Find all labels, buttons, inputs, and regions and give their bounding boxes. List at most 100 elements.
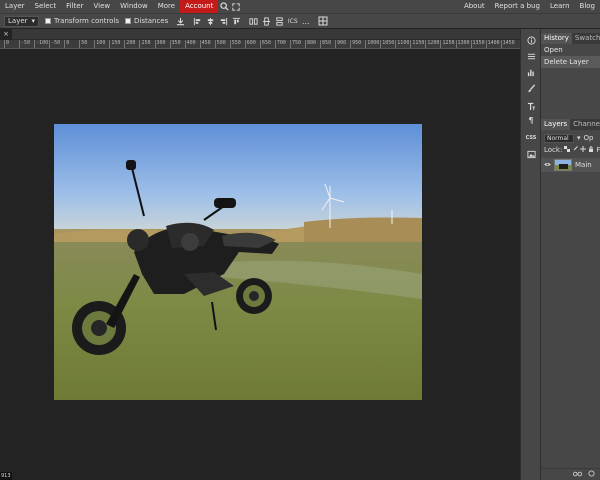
list-icon[interactable] bbox=[521, 49, 541, 63]
ruler-tick-label: 200 bbox=[124, 40, 136, 48]
grid-icon[interactable] bbox=[316, 15, 329, 28]
ruler-tick-label: 400 bbox=[184, 40, 196, 48]
lock-row: Lock: F bbox=[541, 144, 600, 156]
tab-channels[interactable]: Channels bbox=[570, 119, 600, 130]
ruler-tick-label: 1400 bbox=[485, 40, 500, 48]
history-item-delete-layer[interactable]: Delete Layer bbox=[541, 56, 600, 68]
ruler-tick-label: 550 bbox=[229, 40, 241, 48]
distribute-horizontal-icon[interactable] bbox=[247, 15, 260, 28]
align-center-icon[interactable] bbox=[204, 15, 217, 28]
menu-select[interactable]: Select bbox=[30, 0, 62, 13]
history-item-open[interactable]: Open bbox=[541, 44, 600, 56]
transform-controls-checkbox[interactable]: Transform controls bbox=[45, 17, 119, 25]
fill-label: F bbox=[596, 146, 600, 154]
effects-icon[interactable] bbox=[588, 470, 595, 479]
lock-move-icon[interactable] bbox=[580, 146, 587, 154]
menu-view[interactable]: View bbox=[88, 0, 115, 13]
layers-tabs: Layers Channels bbox=[541, 119, 600, 130]
menu-report-bug[interactable]: Report a bug bbox=[490, 0, 545, 13]
lock-transparency-icon[interactable] bbox=[564, 146, 571, 154]
menu-bar: Layer Select Filter View Window More Acc… bbox=[0, 0, 600, 13]
ruler-tick-label: 1250 bbox=[440, 40, 455, 48]
right-panels: History Swatches Open Delete Layer Layer… bbox=[540, 29, 600, 480]
ruler-tick-label: 1100 bbox=[395, 40, 410, 48]
ruler-tick-label: 700 bbox=[274, 40, 286, 48]
ruler-tick-label: 450 bbox=[199, 40, 211, 48]
distances-label: Distances bbox=[134, 17, 169, 25]
motorcycle-photo bbox=[54, 124, 422, 400]
ruler-tick-label: 800 bbox=[304, 40, 317, 48]
histogram-icon[interactable] bbox=[521, 65, 541, 79]
ruler-tick-label: 1350 bbox=[470, 40, 485, 48]
ruler-tick-label: 300 bbox=[154, 40, 166, 48]
ruler-tick-label: 650 bbox=[259, 40, 271, 48]
checkbox-box[interactable] bbox=[125, 18, 132, 24]
lock-brush-icon[interactable] bbox=[572, 146, 579, 154]
menu-learn[interactable]: Learn bbox=[545, 0, 575, 13]
horizontal-ruler: 0 -50 -100 -50 0 50 100 150 200 250 300 350 400 450 50… bbox=[0, 40, 520, 49]
brush-icon[interactable] bbox=[521, 81, 541, 95]
history-tabs: History Swatches bbox=[541, 33, 600, 44]
layer-row-main[interactable]: Main bbox=[541, 158, 600, 172]
history-panel: History Swatches Open Delete Layer bbox=[541, 33, 600, 71]
panel-tool-column: ¶ CSS bbox=[520, 29, 540, 480]
ruler-tick-label: 100 bbox=[94, 40, 106, 48]
auto-select-dropdown[interactable]: Layer ▾ bbox=[4, 15, 40, 27]
ruler-tick-label: 0 bbox=[64, 40, 70, 48]
ics-label[interactable]: ICS bbox=[286, 15, 299, 28]
canvas-area[interactable] bbox=[0, 50, 520, 480]
more-options-label[interactable]: ... bbox=[299, 15, 312, 28]
align-left-icon[interactable] bbox=[191, 15, 204, 28]
lock-all-icon[interactable] bbox=[588, 146, 594, 154]
ruler-tick-label: 250 bbox=[139, 40, 151, 48]
info-icon[interactable] bbox=[521, 33, 541, 47]
css-icon[interactable]: CSS bbox=[521, 131, 541, 145]
tab-history[interactable]: History bbox=[541, 33, 572, 44]
ruler-tick-label: 950 bbox=[350, 40, 362, 48]
ruler-tick-label: 1300 bbox=[455, 40, 470, 48]
fullscreen-icon[interactable] bbox=[230, 0, 242, 13]
distribute-center-icon[interactable] bbox=[260, 15, 273, 28]
menu-about[interactable]: About bbox=[459, 0, 490, 13]
ruler-tick-label: 600 bbox=[244, 40, 256, 48]
ruler-tick-label: 1450 bbox=[500, 40, 515, 48]
layer-name: Main bbox=[575, 161, 592, 169]
auto-select-value: Layer bbox=[8, 16, 28, 25]
align-top-icon[interactable] bbox=[230, 15, 243, 28]
download-icon[interactable] bbox=[174, 15, 187, 28]
ruler-tick-label: 1200 bbox=[425, 40, 440, 48]
transform-controls-label: Transform controls bbox=[54, 17, 120, 25]
menu-blog[interactable]: Blog bbox=[575, 0, 600, 13]
layers-panel: Layers Channels Normal ▾ Op Lock: F bbox=[541, 119, 600, 480]
character-icon[interactable] bbox=[521, 99, 541, 113]
options-toolbar: Layer ▾ Transform controls Distances ICS… bbox=[0, 13, 600, 28]
menu-window[interactable]: Window bbox=[115, 0, 153, 13]
ruler-tick-label: 1150 bbox=[410, 40, 425, 48]
document-image[interactable] bbox=[54, 124, 422, 400]
account-button[interactable]: Account bbox=[180, 0, 219, 13]
ruler-tick-label: 350 bbox=[169, 40, 181, 48]
menu-layer[interactable]: Layer bbox=[0, 0, 30, 13]
close-tab-button[interactable]: × bbox=[0, 29, 12, 40]
tab-swatches[interactable]: Swatches bbox=[572, 33, 600, 44]
checkbox-box[interactable] bbox=[45, 18, 52, 24]
distances-checkbox[interactable]: Distances bbox=[125, 17, 168, 25]
tab-layers[interactable]: Layers bbox=[541, 119, 571, 130]
align-right-icon[interactable] bbox=[217, 15, 230, 28]
link-icon[interactable] bbox=[573, 470, 582, 479]
paragraph-icon[interactable]: ¶ bbox=[521, 113, 541, 127]
menu-more[interactable]: More bbox=[153, 0, 180, 13]
distribute-vertical-icon[interactable] bbox=[273, 15, 286, 28]
menu-filter[interactable]: Filter bbox=[61, 0, 88, 13]
zoom-status: 913 bbox=[0, 472, 12, 480]
blend-mode-select[interactable]: Normal bbox=[544, 133, 574, 143]
ruler-tick-label: 750 bbox=[289, 40, 301, 48]
ruler-tick-label: 850 bbox=[320, 40, 332, 48]
ruler-tick-label: -50 bbox=[19, 40, 31, 48]
eye-icon[interactable] bbox=[544, 161, 551, 169]
image-icon[interactable] bbox=[521, 147, 541, 161]
ruler-tick-label: 0 bbox=[3, 40, 10, 48]
ruler-tick-label: 500 bbox=[214, 40, 226, 48]
blend-row: Normal ▾ Op bbox=[541, 132, 600, 144]
search-icon[interactable] bbox=[218, 0, 230, 13]
